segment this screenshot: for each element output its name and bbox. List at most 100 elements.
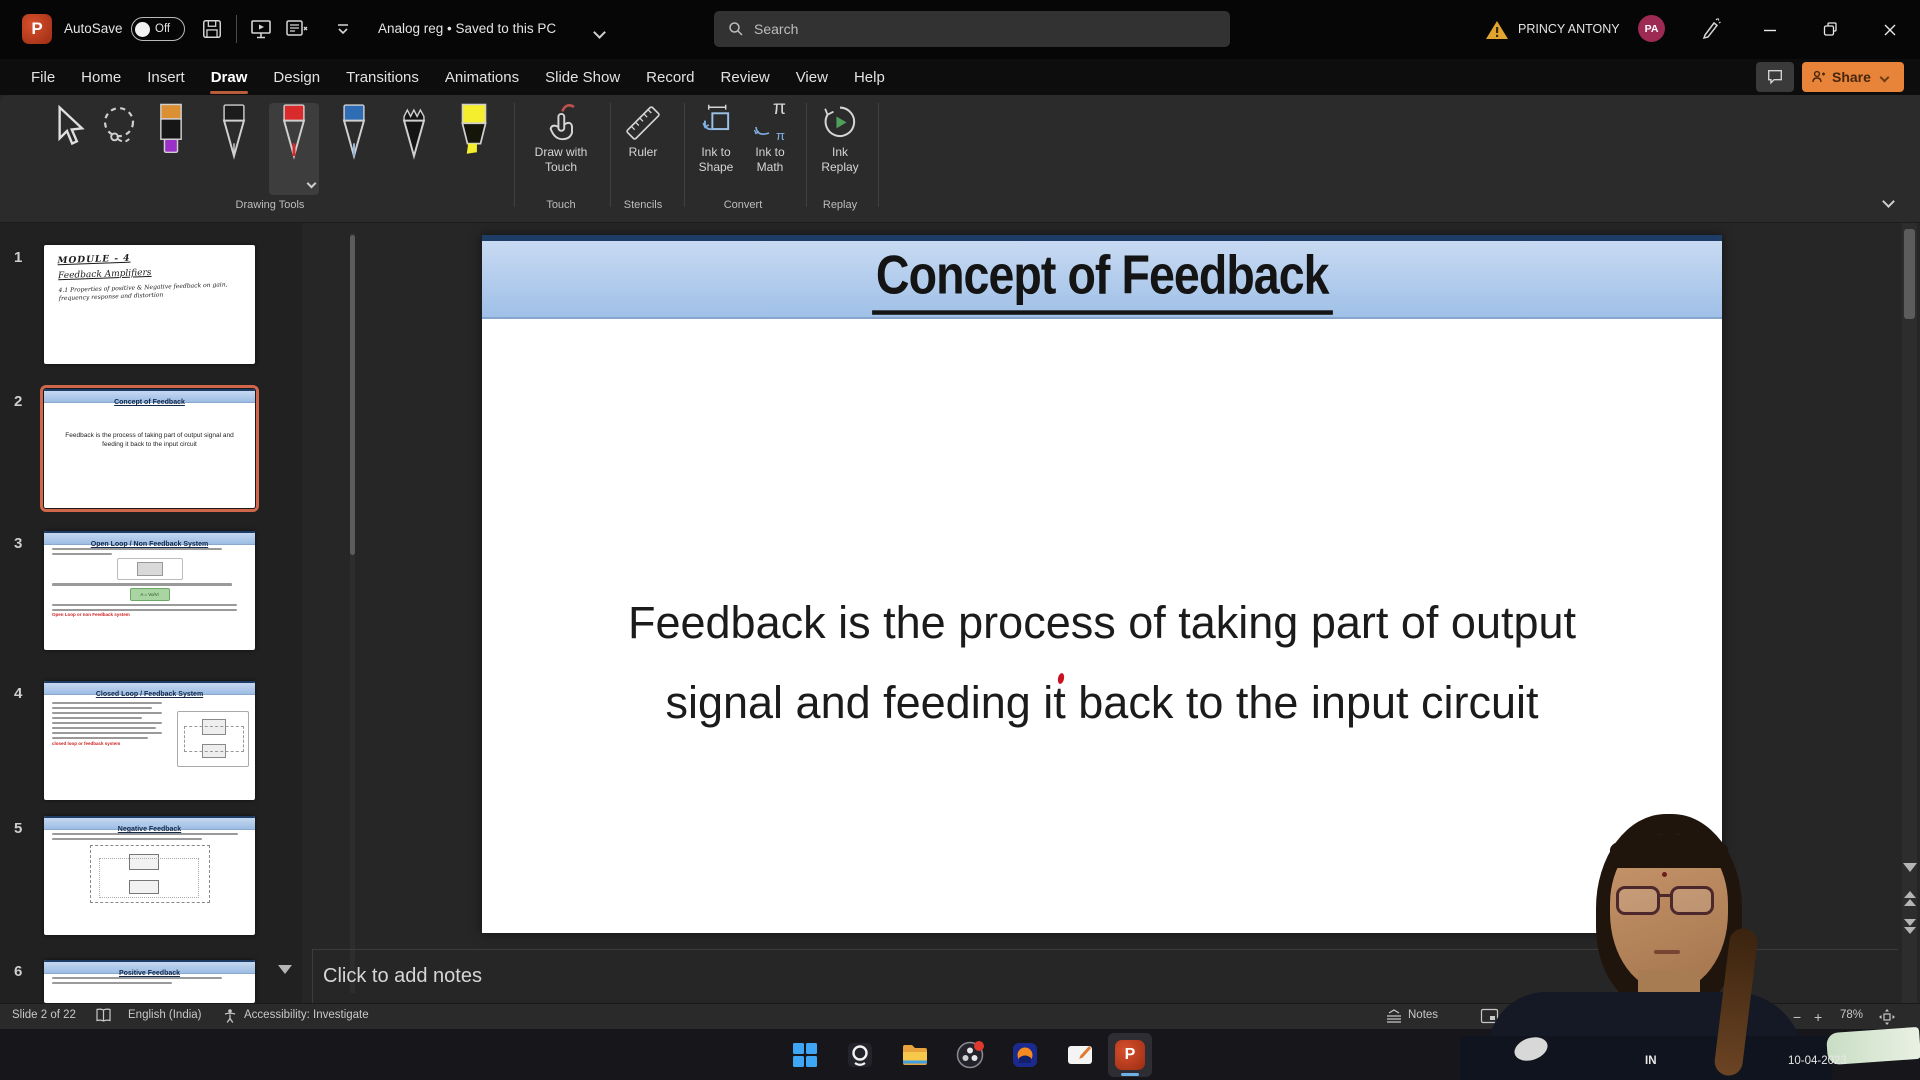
camera-app-icon[interactable] xyxy=(841,1036,879,1074)
thumbnail-slide-6[interactable]: Positive Feedback xyxy=(44,960,255,1003)
highlighter-tool[interactable] xyxy=(449,103,499,195)
customize-toolbar-icon[interactable] xyxy=(284,16,310,42)
active-app-indicator xyxy=(1121,1073,1139,1076)
pencil-tool[interactable] xyxy=(389,103,439,195)
tab-file[interactable]: File xyxy=(18,62,68,93)
tab-draw[interactable]: Draw xyxy=(198,62,261,93)
ink-replay-button[interactable]: Ink Replay xyxy=(808,101,872,175)
group-label-stencils: Stencils xyxy=(612,199,674,211)
quick-access-chevron-icon[interactable] xyxy=(330,16,356,42)
search-icon xyxy=(728,21,744,37)
notes-toggle-label[interactable]: Notes xyxy=(1408,1009,1438,1021)
search-placeholder: Search xyxy=(754,21,798,37)
tab-slideshow[interactable]: Slide Show xyxy=(532,62,633,93)
thumbnail-slide-2-selected[interactable]: Concept of Feedback Feedback is the proc… xyxy=(44,389,255,508)
thumbnail-slide-1[interactable]: MODULE - 4 Feedback Amplifiers 4.1 Prope… xyxy=(44,245,255,364)
ink-to-math-button[interactable]: π π Ink to Math xyxy=(744,101,796,175)
obs-studio-icon[interactable] xyxy=(951,1036,989,1074)
ink-to-shape-button[interactable]: Ink to Shape xyxy=(688,101,744,175)
highlighter-icon xyxy=(456,103,492,161)
whiteboard-app-icon[interactable] xyxy=(1061,1036,1099,1074)
share-button[interactable]: Share xyxy=(1802,62,1904,92)
warning-icon[interactable] xyxy=(1484,17,1510,43)
thumb-title: Closed Loop / Feedback System xyxy=(96,691,203,698)
media-app-icon[interactable] xyxy=(1006,1036,1044,1074)
slide-body-text[interactable]: Feedback is the process of taking part o… xyxy=(482,583,1722,743)
slide-number: 4 xyxy=(14,685,22,702)
slide-counter[interactable]: Slide 2 of 22 xyxy=(12,1009,76,1021)
main-scrollbar-thumb[interactable] xyxy=(1904,229,1915,319)
ruler-button[interactable]: Ruler xyxy=(612,101,674,160)
tab-review[interactable]: Review xyxy=(708,62,783,93)
select-tool[interactable] xyxy=(42,103,92,195)
windows-taskbar: P xyxy=(0,1029,1920,1080)
zoom-in-button[interactable]: + xyxy=(1814,1009,1822,1025)
ink-to-shape-label1: Ink to xyxy=(701,145,730,160)
pen-red-tool-selected[interactable] xyxy=(269,103,319,195)
thumbnail-scroll-down-button[interactable] xyxy=(278,965,292,974)
tab-design[interactable]: Design xyxy=(260,62,333,93)
slide-title[interactable]: Concept of Feedback xyxy=(872,244,1332,315)
maximize-button[interactable] xyxy=(1802,0,1858,59)
titlebar-divider xyxy=(236,15,237,43)
tab-transitions[interactable]: Transitions xyxy=(333,62,432,93)
eraser-tool[interactable] xyxy=(146,103,196,195)
ribbon-draw-tab: Draw with Touch Ruler Ink to Shape π π I… xyxy=(0,95,1920,223)
next-slide-button[interactable] xyxy=(1904,919,1916,934)
tab-help[interactable]: Help xyxy=(841,62,898,93)
document-title[interactable]: Analog reg • Saved to this PC xyxy=(378,21,556,36)
minimize-button[interactable] xyxy=(1742,0,1798,59)
notes-pane[interactable]: Click to add notes xyxy=(312,949,1898,1003)
autosave-toggle[interactable]: Off xyxy=(131,17,185,41)
scroll-down-button[interactable] xyxy=(1903,863,1917,872)
tab-home[interactable]: Home xyxy=(68,62,134,93)
slide-number: 2 xyxy=(14,393,22,410)
ribbon-separator xyxy=(684,103,685,207)
start-slideshow-icon[interactable] xyxy=(248,16,274,42)
normal-view-icon[interactable] xyxy=(1480,1008,1499,1027)
accessibility-status[interactable]: Accessibility: Investigate xyxy=(244,1009,369,1021)
ink-pen-icon[interactable] xyxy=(1698,15,1724,41)
zoom-out-button[interactable]: − xyxy=(1793,1009,1801,1025)
tab-insert[interactable]: Insert xyxy=(134,62,198,93)
thumbnail-slide-3[interactable]: Open Loop / Non Feedback System A = Vo/V… xyxy=(44,531,255,650)
start-button[interactable] xyxy=(786,1036,824,1074)
comments-button[interactable] xyxy=(1756,62,1794,92)
save-icon[interactable] xyxy=(199,16,225,42)
powerpoint-taskbar-icon-active[interactable]: P xyxy=(1108,1033,1152,1077)
user-avatar[interactable]: PA xyxy=(1638,15,1665,42)
tab-view[interactable]: View xyxy=(783,62,841,93)
draw-with-touch-button[interactable]: Draw with Touch xyxy=(516,101,606,175)
collapse-ribbon-icon[interactable] xyxy=(1882,195,1895,208)
title-chevron-icon[interactable] xyxy=(586,19,612,45)
previous-slide-button[interactable] xyxy=(1904,891,1916,906)
tab-record[interactable]: Record xyxy=(633,62,707,93)
pen-black-tool[interactable] xyxy=(209,103,259,195)
draw-with-touch-icon xyxy=(541,101,581,145)
handwritten-line: MODULE - 4 xyxy=(57,250,248,267)
ribbon-separator xyxy=(610,103,611,207)
file-explorer-icon[interactable] xyxy=(896,1036,934,1074)
zoom-level[interactable]: 78% xyxy=(1840,1009,1863,1021)
pen-blue-tool[interactable] xyxy=(329,103,379,195)
search-box[interactable]: Search xyxy=(714,11,1230,47)
tab-animations[interactable]: Animations xyxy=(432,62,532,93)
slide-canvas[interactable]: Concept of Feedback Feedback is the proc… xyxy=(482,235,1722,933)
language-status[interactable]: English (India) xyxy=(128,1009,202,1021)
thumbnail-scrollbar[interactable] xyxy=(350,233,355,993)
thumbnail-slide-5[interactable]: Negative Feedback xyxy=(44,816,255,935)
spell-check-icon[interactable] xyxy=(95,1008,112,1027)
taskbar-language-badge[interactable]: IN xyxy=(1645,1055,1657,1067)
lasso-select-tool[interactable] xyxy=(94,103,144,195)
main-scrollbar[interactable] xyxy=(1902,223,1917,1003)
pen-options-chevron-icon[interactable] xyxy=(307,179,317,189)
fit-slide-to-window-icon[interactable] xyxy=(1878,1008,1896,1029)
negative-feedback-diagram xyxy=(90,845,210,903)
select-arrow-icon xyxy=(49,103,85,159)
taskbar-date[interactable]: 10-04-2023 xyxy=(1788,1055,1847,1067)
close-button[interactable] xyxy=(1862,0,1918,59)
slide-title-band: Concept of Feedback xyxy=(482,235,1722,319)
notes-toggle-icon[interactable] xyxy=(1385,1008,1403,1027)
thumbnail-slide-4[interactable]: Closed Loop / Feedback System closed loo… xyxy=(44,681,255,800)
thumbnail-scrollbar-thumb[interactable] xyxy=(350,235,355,555)
